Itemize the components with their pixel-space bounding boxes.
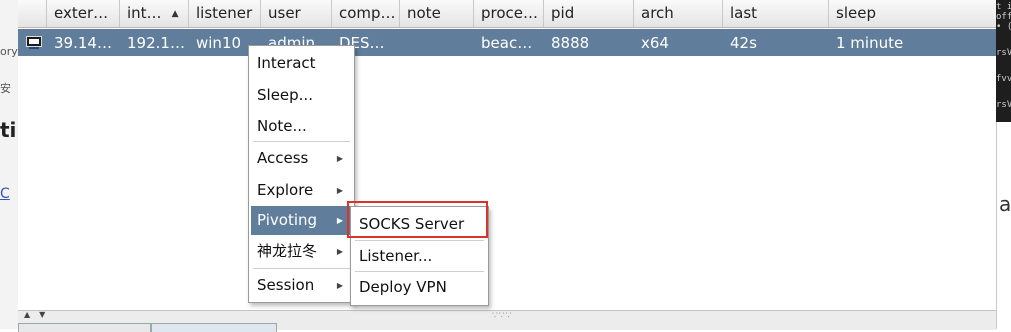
column-header-pid[interactable]: pid [544, 0, 634, 27]
column-header-note[interactable]: note [400, 0, 474, 27]
background-text: ory [0, 45, 18, 58]
background-text: ti [0, 118, 17, 142]
cell-note [400, 29, 474, 56]
split-grip-icon[interactable]: ∵∵∵ [492, 311, 512, 321]
cell-pid: 8888 [551, 34, 590, 52]
table-header: exter… int… ▲ listener user comp… note pr… [18, 0, 996, 28]
submenu-arrow-icon: ▶ [336, 154, 343, 163]
column-header-external[interactable]: exter… [47, 0, 120, 27]
column-header-sleep[interactable]: sleep [829, 0, 996, 27]
menu-separator [355, 240, 484, 241]
menu-item-interact[interactable]: Interact [251, 49, 350, 78]
column-header-icon[interactable] [18, 0, 47, 27]
menu-separator [253, 268, 350, 269]
column-header-listener[interactable]: listener [189, 0, 261, 27]
cell-process: beac… [481, 34, 533, 52]
submenu-arrow-icon: ▶ [336, 281, 343, 290]
column-header-process[interactable]: proce… [474, 0, 544, 27]
sessions-table: exter… int… ▲ listener user comp… note pr… [18, 0, 996, 310]
cell-sleep: 1 minute [836, 34, 904, 52]
column-header-internal[interactable]: int… ▲ [120, 0, 189, 27]
session-context-menu: Interact Sleep... Note... Access ▶ Explor… [248, 45, 355, 303]
background-text: 安 [0, 82, 11, 95]
menu-item-pivoting[interactable]: Pivoting ▶ [251, 206, 350, 235]
column-header-arch[interactable]: arch [634, 0, 723, 27]
menu-item-label: Session [257, 276, 315, 294]
background-terminal: t i off • ( rsV fvv rsV [996, 0, 1011, 122]
column-header-computer[interactable]: comp… [332, 0, 400, 27]
split-arrows-icon[interactable]: ▲▼ [24, 310, 54, 319]
terminal-text: rsV [996, 100, 1011, 110]
menu-item-explore[interactable]: Explore ▶ [251, 176, 350, 205]
bottom-tab[interactable] [151, 323, 277, 332]
terminal-text: rsV [996, 48, 1011, 58]
menu-item-label: Access [257, 149, 309, 167]
menu-item-deploy-vpn[interactable]: Deploy VPN [353, 273, 484, 302]
sort-ascending-icon: ▲ [171, 9, 179, 19]
table-row[interactable]: 39.14… 192.1… win10 admin DES… beac… 888… [18, 29, 996, 56]
beacon-computer-icon [26, 36, 42, 49]
socks-server-highlight-box [347, 201, 488, 238]
menu-item-label: 神龙拉冬 [257, 242, 318, 260]
cell-internal: 192.1… [127, 34, 185, 52]
menu-item-label: Note... [257, 117, 307, 135]
terminal-text: fvv [996, 74, 1011, 84]
terminal-text: t i [996, 2, 1011, 12]
menu-item-label: Deploy VPN [359, 278, 447, 296]
menu-item-note[interactable]: Note... [251, 112, 350, 141]
menu-item-access[interactable]: Access ▶ [251, 144, 350, 173]
column-header-last[interactable]: last [723, 0, 829, 27]
menu-item-label: Listener... [359, 247, 433, 265]
background-link: C [0, 186, 10, 202]
submenu-arrow-icon: ▶ [336, 186, 343, 195]
menu-item-sleep[interactable]: Sleep... [251, 81, 350, 110]
menu-item-shenlong[interactable]: 神龙拉冬 ▶ [251, 237, 350, 266]
terminal-text: • ( [996, 22, 1011, 32]
submenu-arrow-icon: ▶ [336, 247, 343, 256]
menu-separator [253, 141, 350, 142]
menu-separator [355, 271, 484, 272]
menu-item-label: Sleep... [257, 86, 313, 104]
menu-item-label: Interact [257, 54, 316, 72]
bottom-tab[interactable] [18, 323, 151, 332]
menu-item-label: Pivoting [257, 211, 318, 229]
menu-item-session[interactable]: Session ▶ [251, 271, 350, 300]
menu-item-listener[interactable]: Listener... [353, 242, 484, 271]
cell-external: 39.14… [54, 34, 112, 52]
bottom-panel-bar: ▲▼ ∵∵∵ [18, 310, 996, 332]
terminal-text: off [996, 12, 1011, 22]
column-header-user[interactable]: user [261, 0, 332, 27]
background-text: a [999, 192, 1011, 216]
menu-item-label: Explore [257, 181, 314, 199]
cell-arch: x64 [641, 34, 669, 52]
background-webpage-left: ory 安 ti C [0, 0, 19, 329]
submenu-arrow-icon: ▶ [336, 216, 343, 225]
column-header-label: int… [127, 4, 162, 22]
cell-last: 42s [730, 34, 757, 52]
